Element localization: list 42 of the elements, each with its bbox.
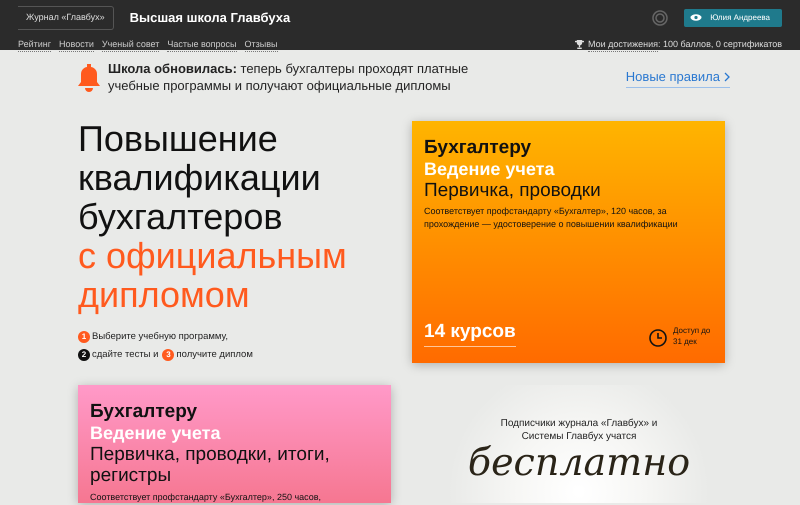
nav-link[interactable]: Новости [59,38,94,52]
nav-link[interactable]: Частые вопросы [167,38,237,52]
course-audience: Бухгалтеру [90,401,198,423]
course-audience: Бухгалтеру [424,137,532,159]
hero-title: бухгалтеров [78,197,282,236]
course-description: Соответствует профстандарту «Бухгалтер», 120 часов, за прохождение — удостоверение о повышении квалификации [424,205,679,231]
step-text: получите диплом [176,348,253,362]
hero-accent: дипломом [78,275,250,314]
hero-title: Повышение [78,119,279,158]
step-number: 1 [78,331,90,344]
rules-link[interactable]: Новые правила [626,67,730,88]
course-description: Соответствует профстандарту «Бухгалтер», 250 часов, [90,491,322,504]
step-text: сдайте тесты и [92,348,158,362]
achievements-text: : 100 баллов, 0 сертификатов [658,38,782,51]
notice-text: Школа обновилась: теперь бухгалтеры проходят платные учебные программы и получают официальные дипломы [108,60,470,94]
course-topic: Первичка, проводки [424,180,602,202]
clock-icon [649,329,667,347]
trophy-icon [575,40,584,50]
hero-accent: с официальным [78,236,348,275]
achievements-link[interactable]: Мои достижения [588,38,658,52]
course-topic: Первичка, проводки, итоги, регистры [90,444,331,488]
chevron-icon [724,72,730,82]
nav-link[interactable]: Рейтинг [18,38,52,52]
bell-icon [78,64,100,92]
access-text: Доступ до 31 дек [673,326,712,347]
nav-link[interactable]: Отзывы [244,38,278,52]
eye-icon [690,14,702,22]
course-subject: Ведение учета [424,158,556,180]
step-text: Выберите учебную программу, [92,330,228,344]
ring-icon[interactable] [652,10,668,26]
course-card[interactable]: Бухгалтеру Ведение учета Первичка, проводки, итоги, регистры Соответствует профстандарту «Бухгалтер», 250 часов, [78,385,391,503]
back-link[interactable]: Журнал «Главбух» [18,6,114,30]
course-subject: Ведение учета [90,422,222,444]
step-number: 3 [162,349,174,362]
step-number: 2 [78,349,90,362]
site-title: Высшая школа Главбуха [130,9,290,27]
hero-title: квалификации [78,158,322,197]
promo-caption: Подписчики журнала «Главбух» и Системы Главбух учатся [500,417,658,443]
promo-word: бесплатно [468,443,690,481]
nav-link[interactable]: Ученый совет [102,38,160,52]
user-button[interactable]: Юлия Андреева [684,8,782,27]
course-card[interactable]: Бухгалтеру Ведение учета Первичка, проводки Соответствует профстандарту «Бухгалтер», 120 часов, за прохождение — удостоверение о повышении квалификации 14 курсов Доступ до 31 дек [412,121,725,363]
